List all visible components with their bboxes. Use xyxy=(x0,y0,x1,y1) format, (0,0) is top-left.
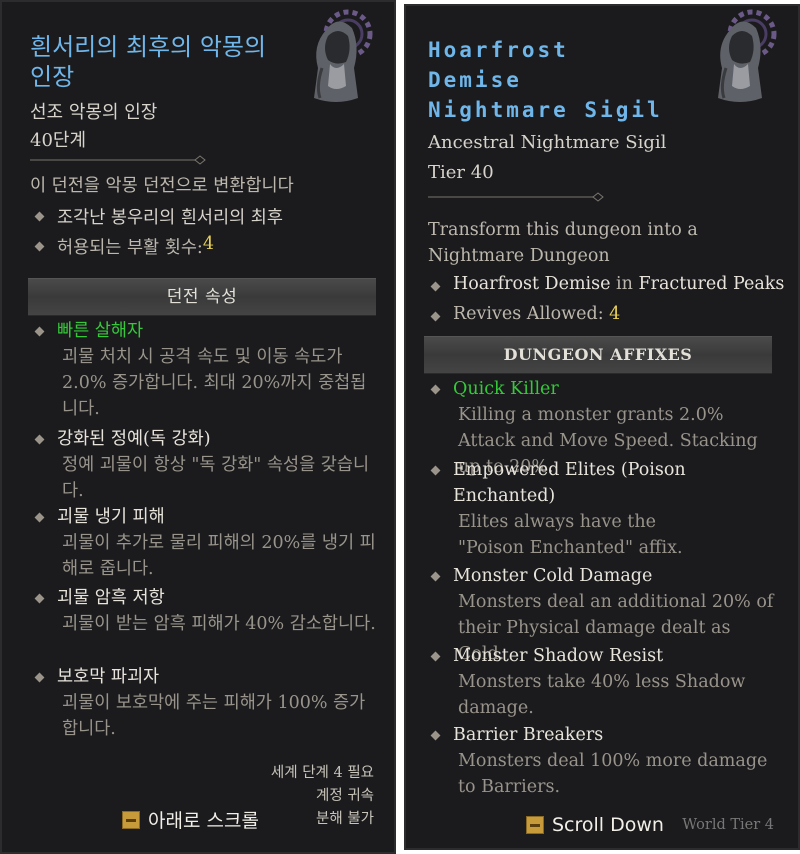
affix-item: Barrier Breakers Monsters deal 100% more… xyxy=(430,723,777,801)
revives-allowed: Revives Allowed: 4 xyxy=(430,304,621,324)
affix-description: 괴물이 추가로 물리 피해의 20%를 냉기 피해로 줍니다. xyxy=(62,532,376,579)
revives-allowed: 허용되는 부활 횟수: 4 xyxy=(34,234,214,259)
footer-line: 분해 불가 xyxy=(316,811,374,828)
nightmare-sigil-emblem-icon xyxy=(700,6,780,111)
diamond-bullet-icon xyxy=(34,672,45,683)
revives-value: 4 xyxy=(609,304,621,324)
diamond-bullet-icon xyxy=(34,593,45,604)
affix-name: 괴물 암흑 저항 xyxy=(57,588,165,608)
affixes-header: DUNGEON AFFIXES xyxy=(424,336,772,374)
tooltip-panel-korean: 흰서리의 최후의 악몽의 인장 선조 악몽의 인장 40단계 이 던전을 악몽 … xyxy=(0,0,396,854)
diamond-bullet-icon xyxy=(34,434,45,445)
revives-label: Revives Allowed: xyxy=(453,304,610,324)
scroll-key-icon xyxy=(526,816,544,834)
affix-item: 강화된 정예(독 강화) 정예 괴물이 항상 "독 강화" 속성을 갖습니다. xyxy=(34,427,376,505)
affix-item: 괴물 냉기 피해 괴물이 추가로 물리 피해의 20%를 냉기 피해로 줍니다. xyxy=(34,505,376,583)
affix-item: Empowered Elites (Poison Enchanted) Elit… xyxy=(430,458,777,562)
dungeon-name: Hoarfrost Demise xyxy=(453,274,611,294)
affix-item: 괴물 암흑 저항 괴물이 받는 암흑 피해가 40% 감소합니다. xyxy=(34,586,376,638)
footer-line: 세계 단계 4 필요 xyxy=(270,765,374,781)
affix-description: 괴물이 보호막에 주는 피해가 100% 증가합니다. xyxy=(62,692,366,739)
item-type: 선조 악몽의 인장 xyxy=(30,102,158,123)
diamond-bullet-icon xyxy=(430,730,441,741)
diamond-bullet-icon xyxy=(34,211,45,222)
diamond-bullet-icon xyxy=(430,384,441,395)
dungeon-location-text: 조각난 봉우리의 흰서리의 최후 xyxy=(57,208,283,228)
divider xyxy=(30,155,206,165)
footer-line: World Tier 4 xyxy=(682,817,774,833)
affix-description: 괴물이 받는 암흑 피해가 40% 감소합니다. xyxy=(62,613,376,634)
revives-value: 4 xyxy=(202,234,214,254)
nightmare-sigil-emblem-icon xyxy=(296,6,376,111)
diamond-bullet-icon xyxy=(430,311,441,322)
affix-description: Elites always have the "Poison Enchanted… xyxy=(458,511,683,558)
dungeon-in: in xyxy=(610,274,639,294)
affix-name: Monster Shadow Resist xyxy=(453,646,664,666)
diamond-bullet-icon xyxy=(430,571,441,582)
scroll-down-hint[interactable]: 아래로 스크롤 xyxy=(122,806,259,833)
diamond-bullet-icon xyxy=(34,326,45,337)
affix-description: Monsters deal 100% more damage to Barrie… xyxy=(458,750,768,797)
tooltip-panel-english: Hoarfrost Demise Nightmare Sigil Ancestr… xyxy=(404,4,800,850)
scroll-label: 아래로 스크롤 xyxy=(148,810,259,832)
affix-name: Quick Killer xyxy=(453,379,559,399)
affix-description: 정예 괴물이 항상 "독 강화" 속성을 갖습니다. xyxy=(62,454,370,501)
diamond-bullet-icon xyxy=(430,465,441,476)
dungeon-location: 조각난 봉우리의 흰서리의 최후 xyxy=(34,204,283,229)
diamond-bullet-icon xyxy=(34,241,45,252)
footer-requirements: World Tier 4 xyxy=(682,814,774,837)
revives-label: 허용되는 부활 횟수: xyxy=(57,238,203,258)
affix-name: 강화된 정예(독 강화) xyxy=(57,429,211,449)
footer-line: 계정 귀속 xyxy=(316,788,374,805)
affix-description: 괴물 처치 시 공격 속도 및 이동 속도가 2.0% 증가합니다. 최대 20… xyxy=(62,346,367,419)
scroll-label: Scroll Down xyxy=(552,814,664,836)
item-title: 흰서리의 최후의 악몽의 인장 xyxy=(30,33,267,91)
diamond-bullet-icon xyxy=(430,651,441,662)
affix-name: Empowered Elites (Poison Enchanted) xyxy=(453,460,686,506)
affix-name: Barrier Breakers xyxy=(453,725,604,745)
affix-item: Monster Shadow Resist Monsters take 40% … xyxy=(430,644,777,722)
description: 이 던전을 악몽 던전으로 변환합니다 xyxy=(30,176,294,196)
item-type: Ancestral Nightmare Sigil xyxy=(428,132,667,153)
footer-requirements: 세계 단계 4 필요 계정 귀속 분해 불가 xyxy=(271,762,374,832)
diamond-bullet-icon xyxy=(430,281,441,292)
dungeon-region: Fractured Peaks xyxy=(638,274,785,294)
description: Transform this dungeon into a Nightmare … xyxy=(428,220,698,266)
divider xyxy=(428,192,604,202)
item-title: Hoarfrost Demise Nightmare Sigil xyxy=(428,38,663,122)
diamond-bullet-icon xyxy=(34,512,45,523)
scroll-down-hint[interactable]: Scroll Down xyxy=(526,814,664,836)
affix-name: 보호막 파괴자 xyxy=(57,667,160,687)
affix-item: 보호막 파괴자 괴물이 보호막에 주는 피해가 100% 증가합니다. xyxy=(34,665,376,743)
dungeon-location: Hoarfrost Demise in Fractured Peaks xyxy=(430,274,785,294)
item-tier: Tier 40 xyxy=(428,162,494,183)
affix-name: Monster Cold Damage xyxy=(453,566,653,586)
affix-name: 괴물 냉기 피해 xyxy=(57,507,165,527)
affix-name: 빠른 살해자 xyxy=(57,321,144,341)
affixes-header: 던전 속성 xyxy=(28,278,376,316)
affix-description: Monsters take 40% less Shadow damage. xyxy=(458,671,746,718)
scroll-key-icon xyxy=(122,810,140,829)
item-tier: 40단계 xyxy=(30,130,87,151)
affix-item: 빠른 살해자 괴물 처치 시 공격 속도 및 이동 속도가 2.0% 증가합니다… xyxy=(34,319,376,423)
